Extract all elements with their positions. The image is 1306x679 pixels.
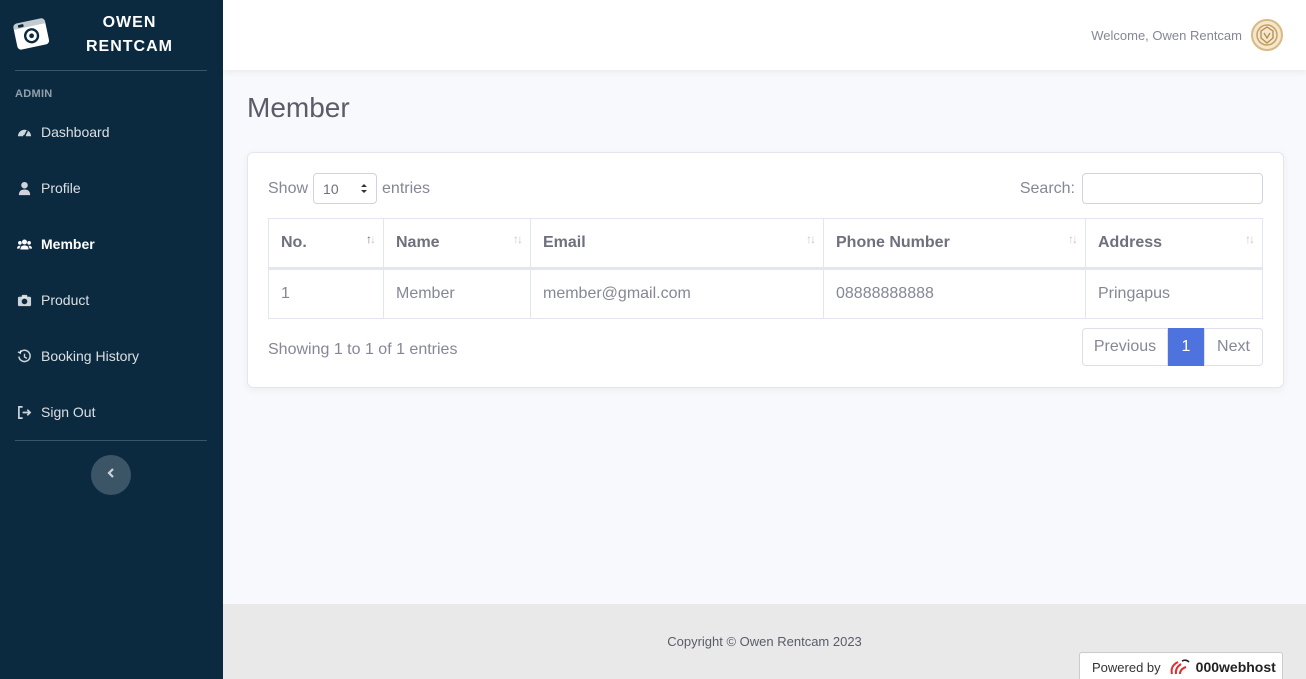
sidebar-toggle-button[interactable] (91, 455, 131, 495)
sort-icon: ↑↓ (1245, 232, 1255, 246)
column-header-address[interactable]: Address ↑↓ (1085, 218, 1263, 270)
avatar[interactable] (1251, 19, 1283, 51)
sidebar-item-sign-out[interactable]: Sign Out (0, 384, 223, 440)
cell-no: 1 (268, 268, 384, 319)
show-label: Show (268, 179, 309, 197)
footer: Copyright © Owen Rentcam 2023 Powered by… (223, 604, 1306, 679)
sidebar-item-label: Sign Out (41, 404, 96, 420)
column-header-label: Phone Number (836, 234, 950, 251)
search-control: Search: (1020, 173, 1263, 204)
cell-address: Pringapus (1085, 268, 1263, 319)
sidebar-divider-bottom (15, 440, 207, 441)
emblem-icon (1256, 24, 1278, 46)
brand[interactable]: OWEN RENTCAM (0, 0, 223, 70)
table-info: Showing 1 to 1 of 1 entries (268, 341, 458, 358)
page-1-button[interactable]: 1 (1168, 328, 1204, 366)
sort-icon: ↑↓ (513, 232, 523, 246)
camera-icon (16, 292, 32, 308)
sidebar-item-label: Dashboard (41, 124, 110, 140)
members-card: Show 10 entries Search: No. ↑↓ Name ↑↓ E… (247, 152, 1284, 388)
table-row: 1 Member member@gmail.com 08888888888 Pr… (268, 268, 1263, 319)
history-icon (16, 348, 32, 364)
sort-icon: ↑↓ (366, 232, 376, 246)
cell-email: member@gmail.com (530, 268, 824, 319)
table-header-row: No. ↑↓ Name ↑↓ Email ↑↓ Phone Number ↑↓ … (268, 218, 1263, 270)
column-header-name[interactable]: Name ↑↓ (383, 218, 531, 270)
brand-line-1: OWEN (102, 14, 157, 31)
sidebar-item-booking-history[interactable]: Booking History (0, 328, 223, 384)
search-label: Search: (1019, 179, 1075, 197)
entries-length-control: Show 10 entries (268, 173, 430, 204)
column-header-label: Address (1098, 234, 1163, 251)
sidebar-heading: ADMIN (15, 88, 53, 100)
brand-line-2: RENTCAM (86, 38, 173, 55)
brand-name: OWEN RENTCAM (50, 11, 223, 59)
column-header-label: No. (281, 234, 307, 251)
sidebar-item-dashboard[interactable]: Dashboard (0, 104, 223, 160)
webhost-name: 000webhost (1195, 659, 1276, 675)
previous-page-button[interactable]: Previous (1082, 328, 1168, 366)
column-header-email[interactable]: Email ↑↓ (530, 218, 824, 270)
page-title: Member (247, 92, 350, 123)
sort-icon: ↑↓ (1068, 232, 1078, 246)
copyright-text: Copyright © Owen Rentcam 2023 (667, 634, 862, 649)
next-page-button[interactable]: Next (1204, 328, 1263, 366)
user-icon (16, 180, 32, 196)
cell-phone: 08888888888 (823, 268, 1086, 319)
sidebar-item-product[interactable]: Product (0, 272, 223, 328)
column-header-phone[interactable]: Phone Number ↑↓ (823, 218, 1086, 270)
powered-by-badge[interactable]: Powered by 000webhost (1079, 652, 1283, 679)
welcome-text[interactable]: Welcome, Owen Rentcam (1091, 28, 1242, 43)
sidebar-item-member[interactable]: Member (0, 216, 223, 272)
entries-select-value: 10 (323, 180, 339, 197)
entries-label: entries (382, 179, 431, 197)
sidebar-item-label: Booking History (41, 348, 140, 364)
members-table: No. ↑↓ Name ↑↓ Email ↑↓ Phone Number ↑↓ … (268, 218, 1263, 319)
sidebar-item-profile[interactable]: Profile (0, 160, 223, 216)
column-header-no[interactable]: No. ↑↓ (268, 218, 384, 270)
column-header-label: Email (543, 234, 586, 251)
cell-name: Member (383, 268, 531, 319)
column-header-label: Name (396, 234, 440, 251)
sidebar-item-label: Member (41, 236, 95, 252)
search-input[interactable] (1082, 173, 1263, 204)
webhost-logo-icon (1168, 658, 1190, 676)
tachometer-icon (16, 124, 32, 140)
chevron-left-icon (106, 466, 116, 484)
entries-select[interactable]: 10 (313, 173, 378, 204)
sign-out-icon (16, 404, 32, 420)
pagination: Previous 1 Next (1082, 328, 1263, 366)
powered-by-label: Powered by (1092, 659, 1161, 675)
sidebar: OWEN RENTCAM ADMIN Dashboard Profile Mem… (0, 0, 223, 679)
users-icon (16, 236, 32, 252)
sidebar-item-label: Product (41, 292, 90, 308)
sort-icon: ↑↓ (806, 232, 816, 246)
sidebar-item-label: Profile (41, 180, 81, 196)
sort-updown-icon (360, 181, 368, 197)
camera-icon (12, 14, 50, 57)
topbar: Welcome, Owen Rentcam (223, 0, 1306, 70)
